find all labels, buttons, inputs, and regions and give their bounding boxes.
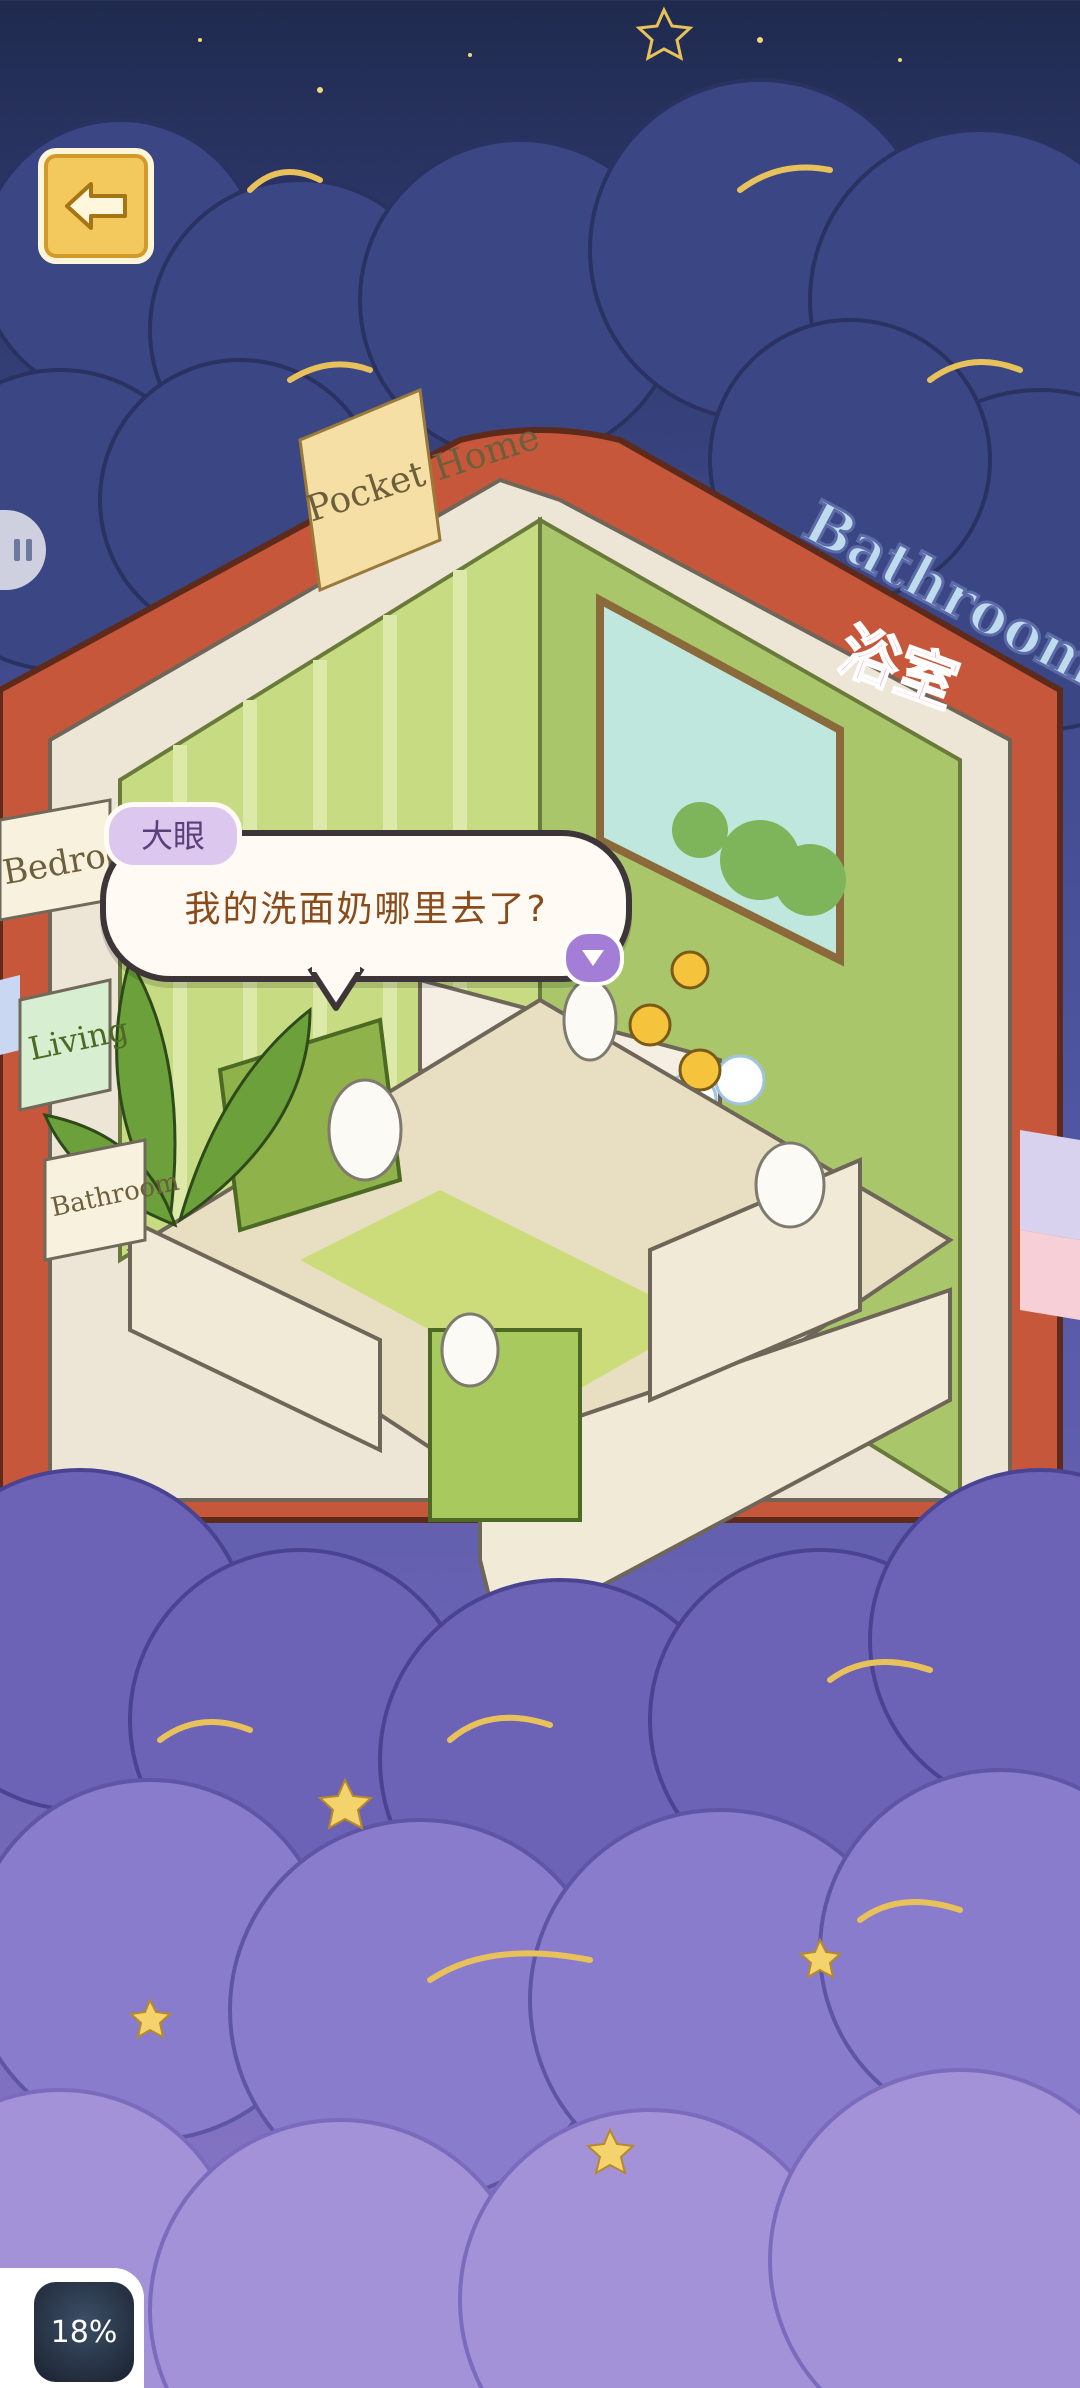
tab-blue-card [0,975,20,1055]
sky-star-icon [635,6,694,61]
triangle-down-icon [582,950,604,966]
right-tab-pink [1020,1230,1080,1320]
dialog-text: 我的洗面奶哪里去了? [184,889,548,930]
arrow-left-icon [65,182,127,230]
bubble-tail [307,964,365,1011]
progress-value: 18% [34,2282,134,2382]
right-tab-lilac [1020,1130,1080,1240]
pause-icon [14,539,32,561]
back-button[interactable] [38,148,154,264]
dialog-next-button[interactable] [562,930,624,986]
speaker-name-badge: 大眼 [104,802,242,870]
progress-widget[interactable]: 18% [0,2268,144,2388]
